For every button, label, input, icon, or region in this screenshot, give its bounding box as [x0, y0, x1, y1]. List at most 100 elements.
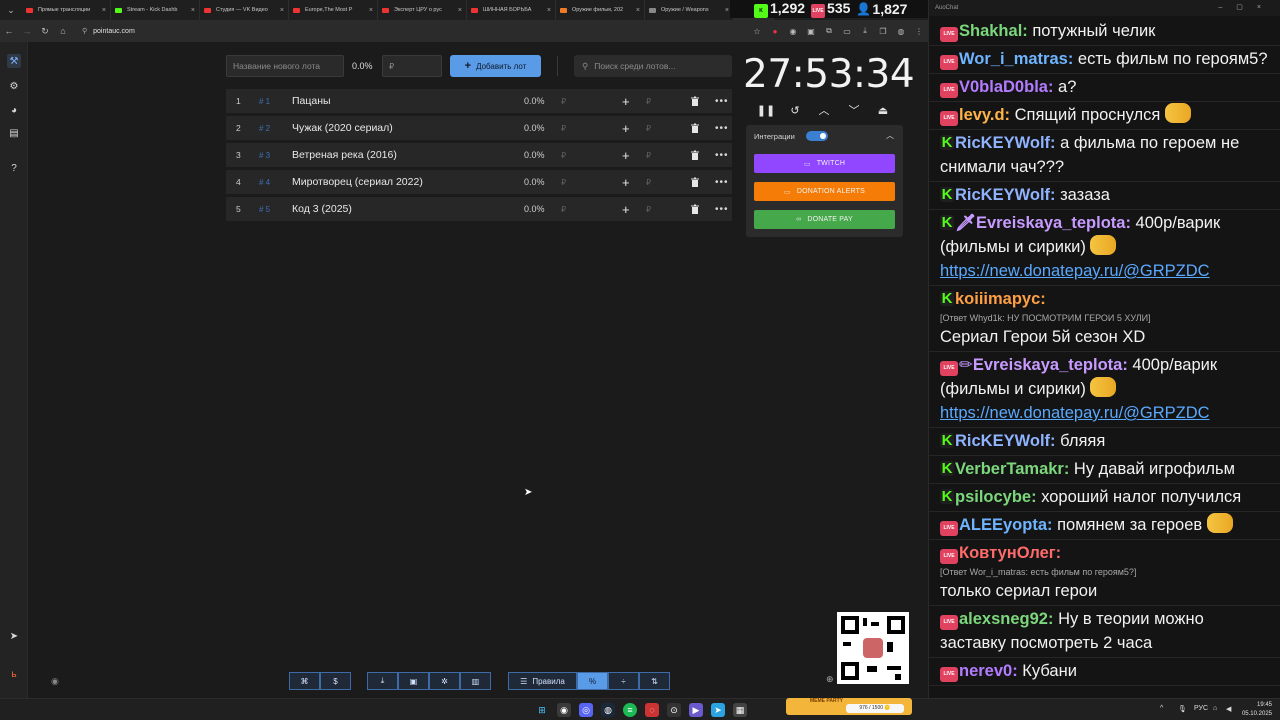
chat-username[interactable]: RicKEYWolf: — [955, 432, 1056, 450]
tab-close-icon[interactable]: × — [725, 7, 729, 14]
chat-username[interactable]: Shakhal: — [959, 22, 1028, 40]
download-icon[interactable]: ⤓ — [856, 20, 874, 42]
percent-toggle-icon[interactable]: % — [577, 672, 608, 690]
mic-icon[interactable]: 🎙 — [1178, 705, 1187, 713]
help-icon[interactable]: ? — [7, 161, 21, 175]
add-amount-plus-icon[interactable]: + — [622, 202, 630, 217]
bug-icon[interactable]: ✲ — [429, 672, 460, 690]
home-icon[interactable]: ⌂ — [54, 20, 72, 42]
delete-trash-icon[interactable] — [690, 150, 700, 160]
lot-add-amount-input[interactable]: ₽ — [646, 97, 651, 106]
browser-menu-icon[interactable]: ⋮ — [910, 20, 928, 42]
chat-username[interactable]: levy.d: — [959, 106, 1010, 124]
more-options-icon[interactable]: ••• — [715, 204, 729, 215]
extension-icon[interactable]: ◉ — [784, 20, 802, 42]
add-amount-plus-icon[interactable]: + — [622, 175, 630, 190]
browser-tab[interactable]: Stream - Kick Dashb × — [111, 0, 200, 20]
tab-close-icon[interactable]: × — [280, 7, 284, 14]
chat-username[interactable]: koiiimapyc: — [955, 290, 1046, 308]
extension-icon[interactable]: ▣ — [802, 20, 820, 42]
browser-tab[interactable]: Europe,The Most P × — [289, 0, 378, 20]
lot-title[interactable]: Пацаны — [292, 95, 331, 107]
chat-username[interactable]: VerberTamakr: — [955, 460, 1069, 478]
tab-close-icon[interactable]: × — [458, 7, 462, 14]
more-options-icon[interactable]: ••• — [715, 150, 729, 161]
lot-title[interactable]: Код 3 (2025) — [292, 203, 352, 215]
download-icon[interactable]: ⤓ — [367, 672, 398, 690]
chat-username[interactable]: 🗡Evreiskaya_teplota: — [955, 214, 1131, 232]
tab-close-icon[interactable]: × — [547, 7, 551, 14]
chat-username[interactable]: ALEEyopta: — [959, 516, 1053, 534]
clock[interactable]: 19:45 05.10.2025 — [1242, 701, 1272, 719]
chat-username[interactable]: RicKEYWolf: — [955, 134, 1056, 152]
pause-icon[interactable]: ❚❚ — [757, 102, 775, 118]
steam-icon[interactable]: ◍ — [601, 703, 615, 717]
chat-username[interactable]: КовтунОлег: — [959, 544, 1061, 562]
tab-list-chevron-icon[interactable]: ⌄ — [0, 0, 22, 20]
site-info-icon[interactable]: ⚲ — [82, 27, 87, 35]
more-options-icon[interactable]: ••• — [715, 123, 729, 134]
divide-icon[interactable]: ÷ — [608, 672, 639, 690]
chevron-down-icon[interactable]: ﹀ — [845, 102, 863, 118]
sort-icon[interactable]: ⇅ — [639, 672, 670, 690]
delete-trash-icon[interactable] — [690, 177, 700, 187]
auction-hammer-icon[interactable]: ⚒ — [7, 54, 21, 68]
globe-language-icon[interactable]: ⊕ — [826, 674, 834, 685]
add-amount-plus-icon[interactable]: + — [622, 148, 630, 163]
more-options-icon[interactable]: ••• — [715, 96, 729, 107]
lot-add-amount-input[interactable]: ₽ — [646, 205, 651, 214]
add-amount-plus-icon[interactable]: + — [622, 121, 630, 136]
dollar-icon[interactable]: $ — [320, 672, 351, 690]
chat-username[interactable]: alexsneg92: — [959, 610, 1053, 628]
twitch-button[interactable]: ▭ TWITCH — [754, 154, 895, 173]
lot-add-amount-input[interactable]: ₽ — [646, 151, 651, 160]
chat-username[interactable]: nerev0: — [959, 662, 1018, 680]
bookmark-star-icon[interactable]: ☆ — [748, 20, 766, 42]
new-lot-price-input[interactable]: ₽ — [382, 55, 442, 77]
delete-trash-icon[interactable] — [690, 96, 700, 106]
save-icon[interactable]: ▣ — [398, 672, 429, 690]
browser-tab[interactable]: Студия — VK Видео × — [200, 0, 289, 20]
tab-close-icon[interactable]: × — [191, 7, 195, 14]
tab-close-icon[interactable]: × — [102, 7, 106, 14]
sidebar-icon[interactable]: ▭ — [838, 20, 856, 42]
spotify-icon[interactable]: ≡ — [623, 703, 637, 717]
forward-icon[interactable]: → — [18, 20, 36, 42]
back-icon[interactable]: ← — [0, 20, 18, 42]
language-indicator[interactable]: РУС — [1194, 705, 1208, 712]
windows-start-icon[interactable]: ⊞ — [535, 703, 549, 717]
delete-trash-icon[interactable] — [690, 123, 700, 133]
clear-trash-icon[interactable]: ▥ — [460, 672, 491, 690]
chat-username[interactable]: ✏Evreiskaya_teplota: — [959, 356, 1128, 374]
chat-link[interactable]: https://new.donatepay.ru/@GRPZDC — [940, 401, 1271, 425]
chrome-icon[interactable]: ◉ — [557, 703, 571, 717]
app-icon[interactable]: ▦ — [733, 703, 747, 717]
visibility-eye-icon[interactable]: ◉ — [51, 676, 59, 687]
browser-tab[interactable]: Прямые трансляции × — [22, 0, 111, 20]
donation-alerts-button[interactable]: ▭ DONATION ALERTS — [754, 182, 895, 201]
integrations-toggle[interactable] — [806, 131, 828, 141]
lot-title[interactable]: Ветреная река (2016) — [292, 149, 397, 161]
telegram-icon[interactable]: ➤ — [711, 703, 725, 717]
extension-icon[interactable]: ● — [766, 20, 784, 42]
lot-search-input[interactable]: ⚲ Поиск среди лотов... — [574, 55, 732, 77]
chat-username[interactable]: RicKEYWolf: — [955, 186, 1056, 204]
network-icon[interactable]: ⌂ — [1213, 705, 1217, 712]
eject-icon[interactable]: ⏏ — [874, 102, 892, 118]
browser-tab[interactable]: Оружие / Weapons × — [645, 0, 734, 20]
lot-add-amount-input[interactable]: ₽ — [646, 124, 651, 133]
chat-username[interactable]: psilocybe: — [955, 488, 1037, 506]
tray-chevron-icon[interactable]: ^ — [1160, 705, 1163, 712]
window-controls[interactable]: –▢× — [1218, 3, 1275, 11]
chevron-up-icon[interactable]: ︿ — [815, 102, 833, 118]
lot-title[interactable]: Миротворец (сериал 2022) — [292, 176, 423, 188]
copy-icon[interactable]: ❐ — [874, 20, 892, 42]
settings-gear-icon[interactable]: ⚙ — [7, 79, 21, 93]
new-lot-name-input[interactable]: Название нового лота — [226, 55, 344, 77]
obs-icon[interactable]: ⊙ — [667, 703, 681, 717]
profile-avatar-icon[interactable]: ◍ — [892, 20, 910, 42]
boosty-icon[interactable]: ь — [7, 667, 21, 681]
telegram-icon[interactable]: ➤ — [7, 629, 21, 643]
rules-button[interactable]: ☰ Правила — [508, 672, 577, 690]
extensions-puzzle-icon[interactable]: ⧉ — [820, 20, 838, 42]
